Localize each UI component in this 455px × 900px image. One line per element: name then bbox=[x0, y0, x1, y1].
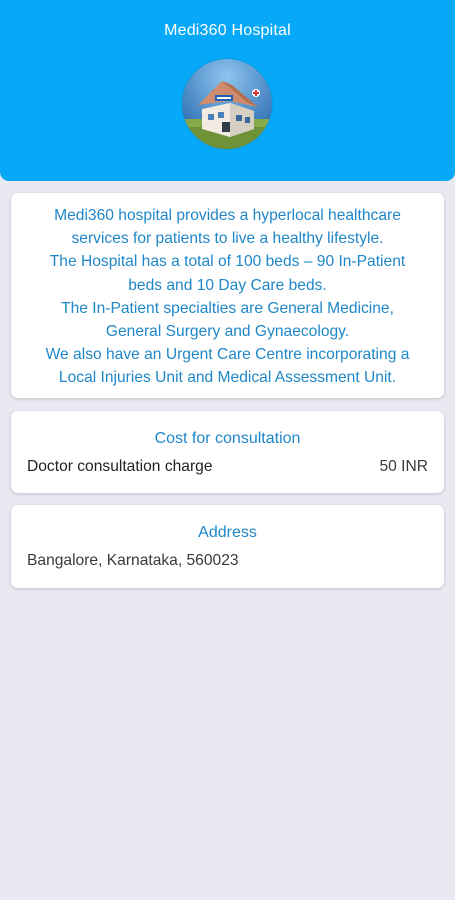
address-card: Address Bangalore, Karnataka, 560023 bbox=[11, 505, 444, 588]
page-title: Medi360 Hospital bbox=[164, 22, 291, 39]
cost-row: Doctor consultation charge 50 INR bbox=[27, 458, 428, 476]
address-text: Bangalore, Karnataka, 560023 bbox=[27, 552, 239, 569]
app-header: Medi360 Hospital bbox=[0, 0, 455, 181]
cost-heading: Cost for consultation bbox=[154, 430, 301, 447]
cost-card: Cost for consultation Doctor consultatio… bbox=[11, 411, 444, 493]
about-description: Medi360 hospital provides a hyperlocal h… bbox=[45, 207, 410, 387]
address-heading: Address bbox=[198, 524, 257, 541]
hospital-building-icon bbox=[182, 59, 272, 149]
about-card: Medi360 hospital provides a hyperlocal h… bbox=[11, 193, 444, 398]
hospital-avatar[interactable] bbox=[182, 59, 272, 149]
cost-label: Doctor consultation charge bbox=[27, 458, 213, 475]
cost-value: 50 INR bbox=[379, 458, 428, 475]
